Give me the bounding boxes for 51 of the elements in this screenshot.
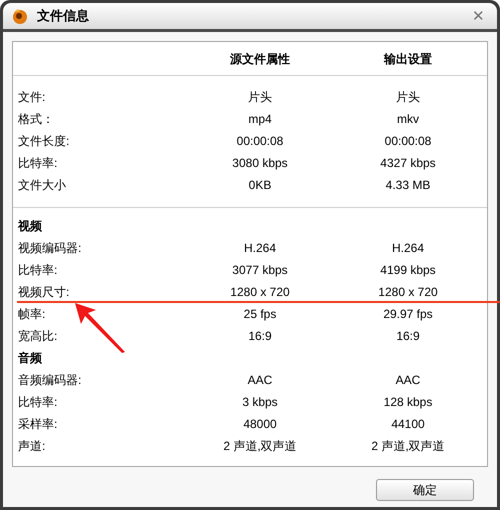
section-heading: 音频 xyxy=(18,350,42,367)
row-label: 比特率: xyxy=(18,394,58,411)
table-cell-text: H.264 xyxy=(244,240,276,257)
table-cell-text: 0KB xyxy=(248,177,272,194)
table-cell-text: 44100 xyxy=(391,416,425,433)
column-header: 源文件属性 xyxy=(230,50,290,68)
section-heading: 视频 xyxy=(18,218,42,235)
table-cell-text: 2 声道,双声道 xyxy=(371,438,445,455)
table-cell-text: mkv xyxy=(397,111,419,128)
table-cell-text: 2 声道,双声道 xyxy=(223,438,297,455)
table-cell-text: 3 kbps xyxy=(242,394,278,411)
table-cell-text: AAC xyxy=(248,372,272,389)
row-label: 采样率: xyxy=(18,416,58,433)
table-cell-text: 片头 xyxy=(396,89,420,106)
table-cell-text: AAC xyxy=(396,372,420,389)
row-label: 视频编码器: xyxy=(18,240,82,257)
table-cell-text: 1280 x 720 xyxy=(378,284,438,301)
arrow-drawing xyxy=(72,300,128,354)
row-label: 比特率: xyxy=(18,262,58,279)
table-cell-text: 4327 kbps xyxy=(380,155,436,172)
table-cell-text: 4199 kbps xyxy=(380,262,436,279)
table-cell-text: mp4 xyxy=(248,111,272,128)
table-cell-text: 29.97 fps xyxy=(383,306,433,323)
row-label: 比特率: xyxy=(18,155,58,172)
row-label: 视频尺寸: xyxy=(18,284,70,301)
table-cell-text: 48000 xyxy=(243,416,277,433)
row-label: 格式： xyxy=(18,111,54,128)
row-label: 宽高比: xyxy=(18,328,58,345)
table-cell-text: 3077 kbps xyxy=(232,262,288,279)
table-cell-text: 00:00:08 xyxy=(384,133,432,150)
row-label: 音频编码器: xyxy=(18,372,82,389)
ok-button[interactable]: 确定 xyxy=(376,479,474,501)
table-cell-text: 00:00:08 xyxy=(236,133,284,150)
column-header: 输出设置 xyxy=(384,50,432,68)
table-cell-text: 3080 kbps xyxy=(232,155,288,172)
close-button[interactable]: ✕ xyxy=(468,8,489,24)
table-cell-text: 1280 x 720 xyxy=(230,284,290,301)
table-cell-text: H.264 xyxy=(392,240,424,257)
table-cell-text: 16:9 xyxy=(248,328,272,345)
table-cell-text: 25 fps xyxy=(244,306,276,323)
row-label: 文件: xyxy=(18,89,46,106)
row-label: 帧率: xyxy=(18,306,46,323)
window-title: 文件信息 xyxy=(37,7,89,26)
table-cell-text: 片头 xyxy=(248,89,272,106)
app-logo-icon xyxy=(11,7,29,25)
row-label: 文件长度: xyxy=(18,133,70,150)
row-label: 文件大小 xyxy=(18,177,66,194)
table-cell-text: 4.33 MB xyxy=(386,177,430,194)
table-cell-text: 16:9 xyxy=(396,328,420,345)
row-label: 声道: xyxy=(18,438,46,455)
table-cell-text: 128 kbps xyxy=(384,394,432,411)
